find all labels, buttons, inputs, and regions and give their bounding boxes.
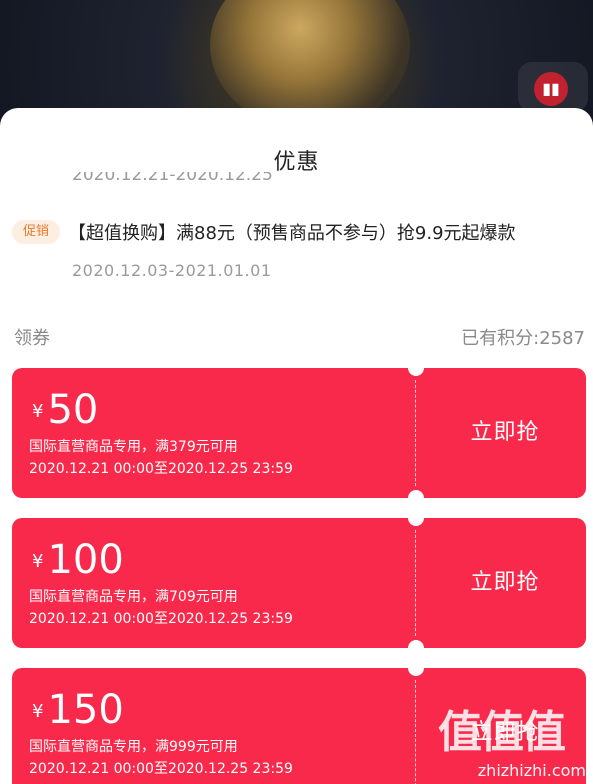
- site-watermark: 值值值 zhizhizhi.com: [430, 696, 590, 784]
- points-balance: 已有积分:2587: [461, 328, 585, 349]
- grab-coupon-button[interactable]: 立即抢: [424, 368, 586, 498]
- promo-date: 2020.12.03-2021.01.01: [72, 261, 272, 280]
- currency-symbol: ¥: [32, 401, 44, 422]
- coupon-card: ¥50 国际直营商品专用，满379元可用 2020.12.21 00:00至20…: [12, 368, 586, 498]
- watermark-url: zhizhizhi.com: [477, 761, 586, 780]
- currency-symbol: ¥: [32, 701, 44, 722]
- coupon-amount: ¥100: [32, 538, 124, 582]
- coupon-period: 2020.12.21 00:00至2020.12.25 23:59: [29, 461, 293, 477]
- coupon-section-label: 领券: [14, 328, 50, 349]
- coupon-condition: 国际直营商品专用，满999元可用: [29, 739, 238, 755]
- coupon-divider: [415, 680, 416, 784]
- grab-coupon-button[interactable]: 立即抢: [424, 518, 586, 648]
- coupon-period: 2020.12.21 00:00至2020.12.25 23:59: [29, 761, 293, 777]
- coupon-value: 100: [47, 537, 124, 583]
- watermark-logo: 值值值: [438, 707, 566, 758]
- bar-chart-icon: ▮▮: [534, 72, 568, 106]
- coupon-divider: [415, 530, 416, 636]
- clipped-date-text: 2020.12.21-2020.12.25: [72, 172, 273, 185]
- coupon-notch: [408, 640, 424, 648]
- coupon-condition: 国际直营商品专用，满379元可用: [29, 439, 238, 455]
- coupon-period: 2020.12.21 00:00至2020.12.25 23:59: [29, 611, 293, 627]
- coupon-amount: ¥150: [32, 688, 124, 732]
- clipped-date: 2020.12.21-2020.12.25: [72, 172, 273, 192]
- coupon-condition: 国际直营商品专用，满709元可用: [29, 589, 238, 605]
- coupon-divider: [415, 380, 416, 486]
- coupon-notch: [408, 368, 424, 376]
- coupon-amount: ¥50: [32, 388, 98, 432]
- coupon-notch: [408, 668, 424, 676]
- discount-sheet: 优惠 2020.12.21-2020.12.25 促销 【超值换购】满88元（预…: [0, 108, 593, 784]
- coupon-notch: [408, 490, 424, 498]
- promo-text[interactable]: 【超值换购】满88元（预售商品不参与）抢9.9元起爆款: [68, 219, 516, 245]
- coupon-value: 50: [47, 387, 99, 433]
- promo-tag: 促销: [12, 220, 60, 244]
- coupon-value: 150: [47, 687, 124, 733]
- coupon-notch: [408, 518, 424, 526]
- side-float-button[interactable]: ▮▮: [518, 62, 588, 112]
- coupon-card: ¥100 国际直营商品专用，满709元可用 2020.12.21 00:00至2…: [12, 518, 586, 648]
- currency-symbol: ¥: [32, 551, 44, 572]
